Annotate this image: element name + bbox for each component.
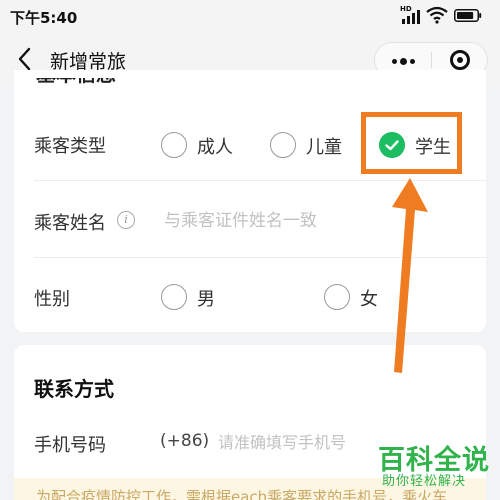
radio-unchecked-icon <box>324 284 350 310</box>
signal-icon: HD <box>400 5 420 24</box>
gender-male-option[interactable]: 男 <box>161 282 231 312</box>
annotation-arrow-icon <box>392 178 428 373</box>
phone-input[interactable] <box>218 429 398 455</box>
chevron-left-icon[interactable] <box>14 46 36 72</box>
radio-label: 成人 <box>197 137 233 158</box>
radio-label: 儿童 <box>306 137 342 158</box>
passenger-name-input[interactable] <box>164 208 364 234</box>
phone-label: 手机号码 <box>34 435 106 456</box>
gender-label: 性别 <box>34 289 70 310</box>
status-icons: HD <box>400 5 490 26</box>
battery-icon <box>454 9 482 22</box>
radio-unchecked-icon <box>270 132 296 158</box>
radio-unchecked-icon <box>161 284 187 310</box>
status-bar: 下午5:40 HD <box>0 0 500 34</box>
passenger-type-label: 乘客类型 <box>34 136 106 157</box>
wifi-icon <box>426 6 448 24</box>
passenger-type-adult-option[interactable]: 成人 <box>161 130 241 160</box>
annotation-highlight-box <box>361 112 462 174</box>
watermark-tagline: 助你轻松解决 <box>382 474 467 489</box>
radio-label: 男 <box>197 289 215 310</box>
info-icon[interactable]: i <box>117 211 135 229</box>
radio-unchecked-icon <box>161 132 187 158</box>
status-time: 下午5:40 <box>10 9 78 27</box>
passenger-type-child-option[interactable]: 儿童 <box>270 130 350 160</box>
network-badge: HD <box>400 5 412 13</box>
contact-section-title: 联系方式 <box>34 377 114 401</box>
radio-label: 女 <box>360 289 378 310</box>
phone-country-code[interactable]: (+86) <box>160 431 209 451</box>
passenger-name-label: 乘客姓名 <box>34 213 106 234</box>
